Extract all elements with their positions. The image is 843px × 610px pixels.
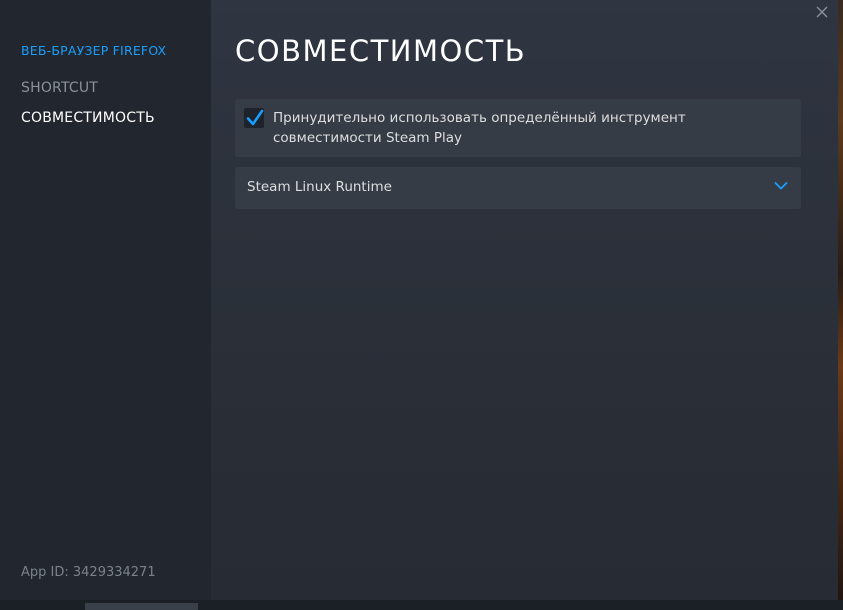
sidebar: ВЕБ-БРАУЗЕР FIREFOX SHORTCUT СОВМЕСТИМОС…	[0, 0, 211, 600]
sidebar-item-shortcut[interactable]: SHORTCUT	[21, 80, 98, 96]
sidebar-item-compatibility[interactable]: СОВМЕСТИМОСТЬ	[21, 110, 155, 126]
compat-tool-selected: Steam Linux Runtime	[247, 179, 392, 195]
force-compat-checkbox[interactable]	[244, 108, 264, 128]
page-title: СОВМЕСТИМОСТЬ	[235, 34, 527, 68]
background-game-art	[838, 0, 843, 610]
background-bottom-bar	[0, 600, 843, 610]
force-compat-label: Принудительно использовать определённый …	[273, 110, 686, 146]
chevron-down-icon	[774, 182, 788, 190]
properties-window: ВЕБ-БРАУЗЕР FIREFOX SHORTCUT СОВМЕСТИМОС…	[0, 0, 838, 600]
close-button[interactable]	[814, 4, 830, 20]
app-id-label: App ID: 3429334271	[21, 565, 156, 580]
close-icon	[816, 6, 828, 18]
main-panel: СОВМЕСТИМОСТЬ Принудительно использовать…	[211, 0, 838, 600]
game-title: ВЕБ-БРАУЗЕР FIREFOX	[21, 43, 167, 58]
checkmark-icon	[246, 109, 264, 126]
force-compat-checkbox-row[interactable]: Принудительно использовать определённый …	[235, 99, 801, 157]
background-input	[85, 603, 198, 610]
compat-tool-dropdown[interactable]: Steam Linux Runtime	[235, 167, 801, 209]
